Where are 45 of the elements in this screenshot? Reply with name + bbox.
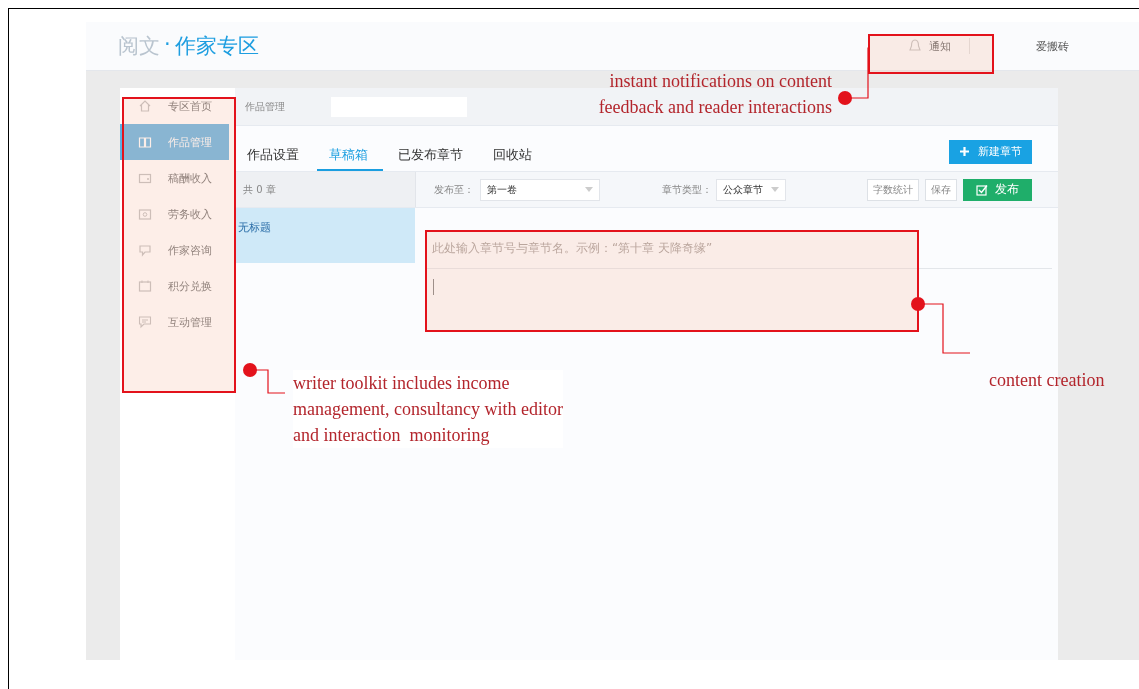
chapter-title-field[interactable]: 此处输入章节号与章节名。示例：“第十章 天降奇缘” [427,236,1052,269]
calendar-icon [138,279,152,293]
logo-brand: 阅文 [118,33,160,60]
text-cursor [433,279,434,295]
chapter-item[interactable]: 无标题 [235,208,415,263]
leader-line [911,297,971,354]
tab[interactable]: 回收站 [481,141,547,171]
chapter-count: 共 0 章 [235,172,416,207]
notifications-link[interactable]: 通知 [929,38,951,54]
sidebar-item[interactable]: 劳务收入 [120,196,235,232]
banknote-icon [138,207,152,221]
annotation-text: instant notifications on content feedback and reader interactions [598,70,832,119]
tab[interactable]: 作品设置 [235,141,314,171]
username[interactable]: 爱搬砖 [1036,38,1069,54]
field-label: 发布至： [434,182,474,197]
sidebar-item[interactable]: 专区首页 [120,88,235,124]
home-icon [138,99,152,113]
logo-title: 作家专区 [174,33,259,60]
sidebar-item[interactable]: 稿酬收入 [120,160,235,196]
breadcrumb: 作品管理 [245,99,285,114]
checkbox-icon [976,183,988,196]
sidebar-item[interactable]: 作家咨询 [120,232,235,268]
leader-line [243,363,286,394]
field-label: 章节类型： [662,182,712,197]
book-icon [138,135,152,149]
publish-button[interactable]: 发布 [963,178,1032,201]
dropdown[interactable]: 第一卷 [480,178,600,201]
sidebar-item[interactable]: 作品管理 [120,124,229,160]
toolbar-button[interactable]: 保存 [925,178,957,201]
speech-bubble-icon [138,243,152,257]
tab[interactable]: 已发布章节 [386,141,478,171]
sidebar-item[interactable]: 积分兑换 [120,268,235,304]
dropdown[interactable]: 公众章节 [716,178,786,201]
plus-icon [959,146,970,157]
leader-line [838,47,871,105]
logo-separator: · [164,32,171,58]
sidebar-item[interactable]: 互动管理 [120,304,235,340]
new-chapter-button[interactable]: 新建章节 [949,139,1032,164]
caret-icon [585,187,593,192]
wallet-icon [138,171,152,185]
caret-icon [771,187,779,192]
annotation-text: writer toolkit includes income management, consultancy with editor and interaction monitoring [293,370,563,448]
comment-icon [138,315,152,329]
toolbar-button[interactable]: 字数统计 [867,178,919,201]
annotation-text: content creation [988,369,1106,392]
